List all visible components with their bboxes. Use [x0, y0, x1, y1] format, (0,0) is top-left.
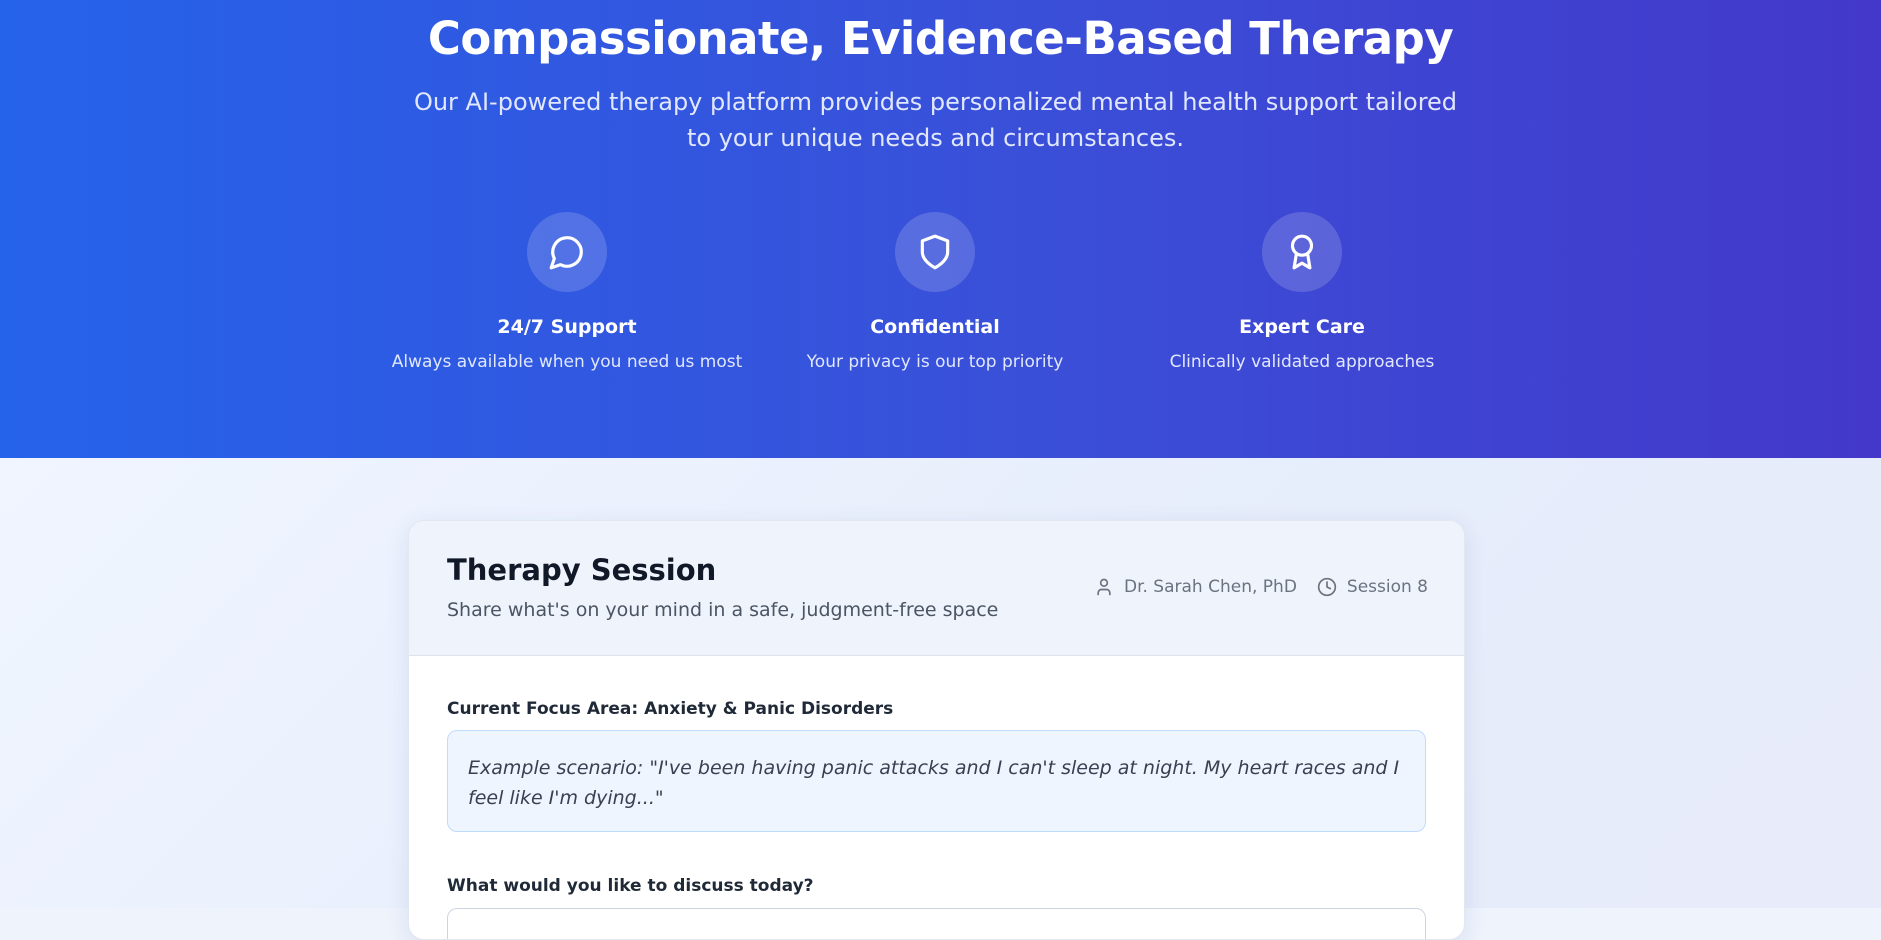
feature-icon-circle [527, 212, 607, 292]
card-header: Therapy Session Share what's on your min… [409, 521, 1464, 656]
session-number: Session 8 [1346, 577, 1428, 597]
clock-icon [1317, 577, 1337, 597]
feature-description: Clinically validated approaches [1169, 352, 1435, 372]
award-icon [1290, 234, 1314, 270]
example-scenario: Example scenario: "I've been having pani… [447, 730, 1426, 832]
discuss-label: What would you like to discuss today? [447, 876, 814, 896]
therapy-session-card: Therapy Session Share what's on your min… [408, 520, 1465, 940]
hero-title: Compassionate, Evidence-Based Therapy [427, 12, 1454, 65]
card-subtitle: Share what's on your mind in a safe, jud… [447, 599, 999, 621]
session-info: Session 8 [1317, 577, 1428, 597]
session-meta: Dr. Sarah Chen, PhD Session 8 [1094, 577, 1428, 597]
feature-icon-circle [895, 212, 975, 292]
feature-expert-care: Expert Care Clinically validated approac… [1112, 212, 1492, 372]
focus-area-label: Current Focus Area: Anxiety & Panic Diso… [447, 699, 894, 719]
feature-support: 24/7 Support Always available when you n… [377, 212, 757, 372]
card-title: Therapy Session [447, 553, 717, 587]
feature-icon-circle [1262, 212, 1342, 292]
feature-description: Always available when you need us most [391, 352, 743, 372]
feature-title: Confidential [870, 316, 1000, 338]
therapist-name: Dr. Sarah Chen, PhD [1123, 577, 1297, 597]
shield-icon [920, 234, 950, 270]
user-icon [1097, 578, 1111, 596]
feature-title: 24/7 Support [497, 316, 637, 338]
feature-confidential: Confidential Your privacy is our top pri… [745, 212, 1125, 372]
chat-bubble-icon [549, 236, 583, 270]
hero-section: Compassionate, Evidence-Based Therapy Ou… [0, 0, 1881, 458]
feature-title: Expert Care [1239, 316, 1365, 338]
message-textarea[interactable] [447, 908, 1426, 939]
hero-subtitle: Our AI-powered therapy platform provides… [413, 88, 1458, 152]
therapist-info: Dr. Sarah Chen, PhD [1094, 577, 1297, 597]
feature-description: Your privacy is our top priority [806, 352, 1064, 372]
